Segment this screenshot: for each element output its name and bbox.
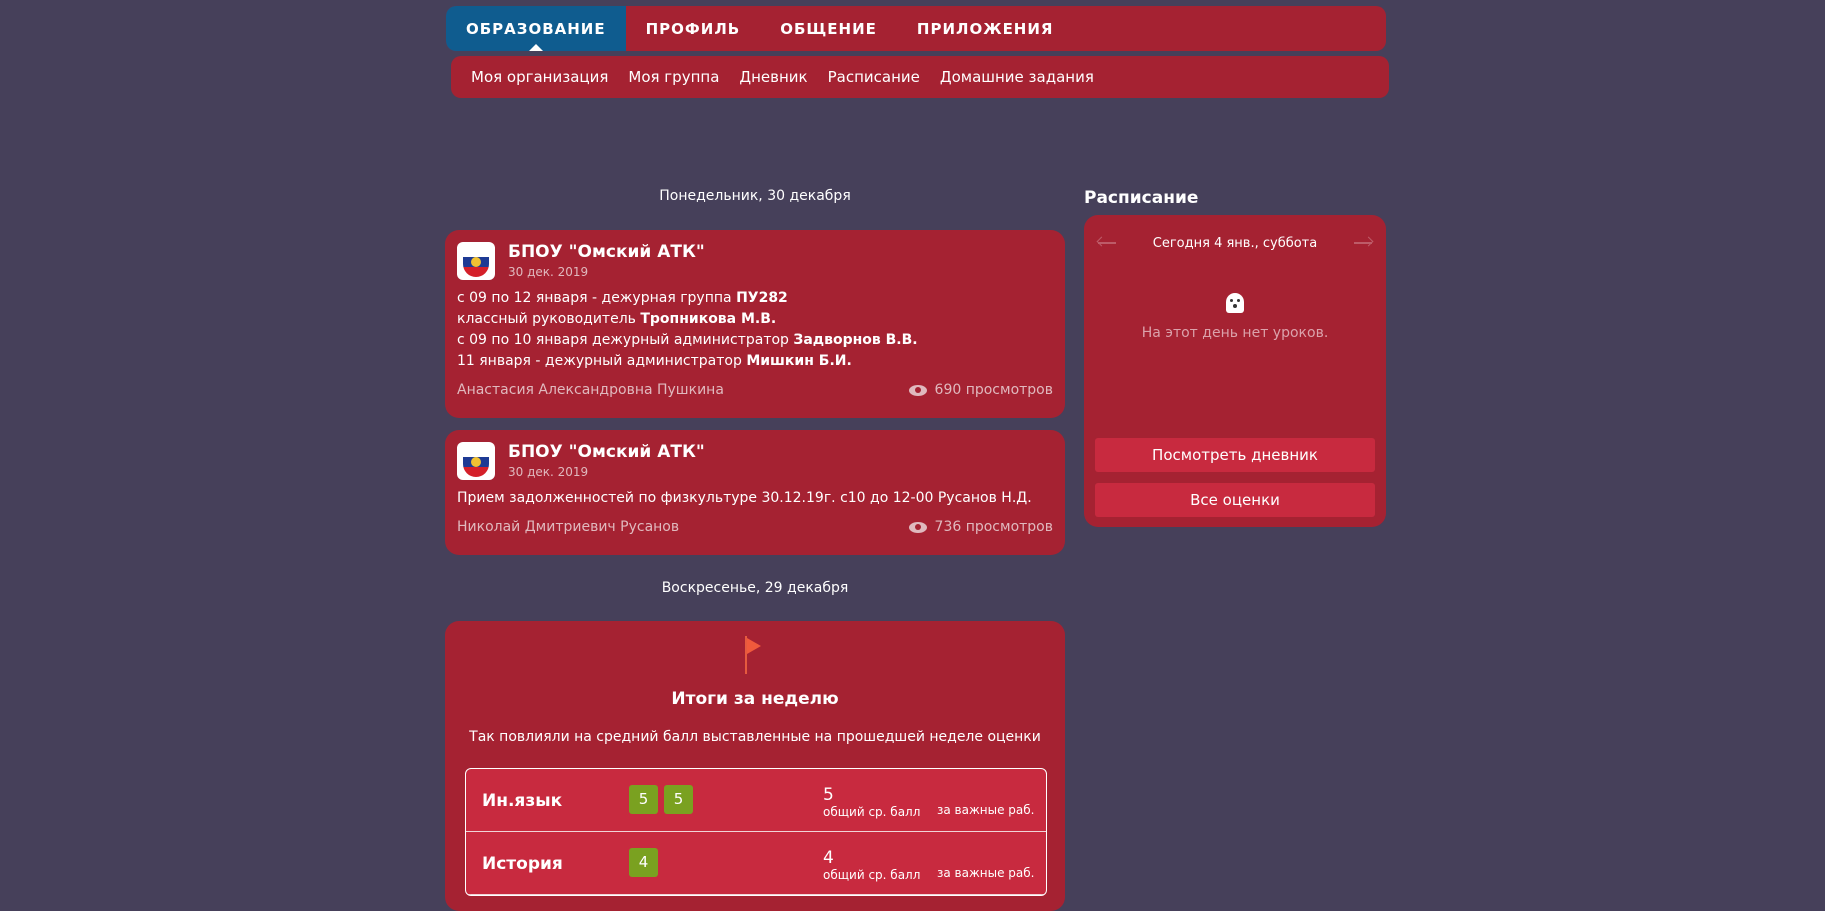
subnav-homework[interactable]: Домашние задания bbox=[940, 68, 1094, 86]
average-score: 4 общий ср. балл bbox=[823, 848, 920, 882]
schedule-header: Сегодня 4 янв., суббота bbox=[1084, 233, 1386, 253]
post-line-bold: Задворнов В.В. bbox=[793, 332, 918, 348]
day-header: Воскресенье, 29 декабря bbox=[661, 580, 849, 596]
important-works-label: за важные раб. bbox=[937, 803, 1035, 817]
marks-list: 4 bbox=[629, 848, 664, 877]
week-summary-title: Итоги за неделю bbox=[671, 689, 839, 709]
tab-communication[interactable]: ОБЩЕНИЕ bbox=[760, 6, 897, 51]
schedule-card: Сегодня 4 янв., суббота На этот день нет… bbox=[1084, 215, 1386, 527]
post-org-name[interactable]: БПОУ "Омский АТК" bbox=[508, 242, 705, 262]
subnav-my-group[interactable]: Моя группа bbox=[628, 68, 719, 86]
post-line: Прием задолженностей по физкультуре 30.1… bbox=[457, 488, 1053, 509]
average-label: общий ср. балл bbox=[823, 805, 921, 819]
all-grades-button[interactable]: Все оценки bbox=[1095, 483, 1375, 517]
post-date: 30 дек. 2019 bbox=[508, 265, 589, 279]
schedule-today: Сегодня 4 янв., суббота bbox=[1152, 235, 1318, 251]
tab-applications[interactable]: ПРИЛОЖЕНИЯ bbox=[897, 6, 1074, 51]
arrow-right-icon[interactable] bbox=[1352, 236, 1374, 250]
post-line-bold: Тропникова М.В. bbox=[640, 311, 777, 327]
grade-mark[interactable]: 5 bbox=[664, 785, 693, 814]
schedule-title: Расписание bbox=[1084, 188, 1199, 208]
news-post: БПОУ "Омский АТК" 30 дек. 2019 с 09 по 1… bbox=[445, 230, 1065, 418]
post-line-bold: ПУ282 bbox=[736, 290, 788, 306]
flag-icon bbox=[745, 636, 761, 674]
org-logo[interactable] bbox=[457, 442, 495, 480]
post-body: Прием задолженностей по физкультуре 30.1… bbox=[457, 488, 1053, 509]
week-summary-subtitle: Так повлияли на средний балл выставленны… bbox=[469, 729, 1041, 745]
tab-profile[interactable]: ПРОФИЛЬ bbox=[626, 6, 761, 51]
post-line-bold: Мишкин Б.И. bbox=[746, 353, 852, 369]
arrow-left-icon[interactable] bbox=[1096, 236, 1118, 250]
table-row[interactable]: История 4 4 общий ср. балл за важные раб… bbox=[466, 832, 1046, 895]
emblem-icon bbox=[471, 257, 481, 267]
post-footer: Николай Дмитриевич Русанов 736 просмотро… bbox=[457, 519, 1053, 535]
post-header: БПОУ "Омский АТК" 30 дек. 2019 bbox=[457, 442, 1053, 480]
no-lessons-message: На этот день нет уроков. bbox=[1141, 325, 1329, 341]
grade-mark[interactable]: 4 bbox=[629, 848, 658, 877]
average-value: 4 bbox=[823, 848, 834, 868]
subnav-my-organization[interactable]: Моя организация bbox=[471, 68, 608, 86]
post-line: классный руководитель Тропникова М.В. bbox=[457, 309, 1053, 330]
post-views: 690 просмотров bbox=[908, 382, 1053, 398]
average-score: 5 общий ср. балл bbox=[823, 785, 920, 819]
post-line: с 09 по 10 января дежурный администратор… bbox=[457, 330, 1053, 351]
subject-name: История bbox=[482, 854, 563, 874]
tab-education[interactable]: ОБРАЗОВАНИЕ bbox=[446, 6, 626, 51]
news-post: БПОУ "Омский АТК" 30 дек. 2019 Прием зад… bbox=[445, 430, 1065, 555]
post-body: с 09 по 12 января - дежурная группа ПУ28… bbox=[457, 288, 1053, 372]
post-views: 736 просмотров bbox=[908, 519, 1053, 535]
post-line-text: классный руководитель bbox=[457, 311, 641, 327]
views-count: 690 просмотров bbox=[934, 382, 1053, 398]
post-line-text: Прием задолженностей по физкультуре 30.1… bbox=[457, 490, 1032, 506]
post-author[interactable]: Николай Дмитриевич Русанов bbox=[457, 519, 679, 535]
post-author[interactable]: Анастасия Александровна Пушкина bbox=[457, 382, 724, 398]
average-value: 5 bbox=[823, 785, 834, 805]
day-header: Понедельник, 30 декабря bbox=[659, 188, 851, 204]
post-line-text: 11 января - дежурный администратор bbox=[457, 353, 747, 369]
top-nav: ОБРАЗОВАНИЕ ПРОФИЛЬ ОБЩЕНИЕ ПРИЛОЖЕНИЯ bbox=[446, 6, 1386, 51]
org-logo[interactable] bbox=[457, 242, 495, 280]
post-header: БПОУ "Омский АТК" 30 дек. 2019 bbox=[457, 242, 1053, 280]
week-summary-card: Итоги за неделю Так повлияли на средний … bbox=[445, 621, 1065, 911]
subnav-diary[interactable]: Дневник bbox=[739, 68, 807, 86]
eye-icon bbox=[908, 384, 927, 396]
subject-name: Ин.язык bbox=[482, 791, 563, 811]
important-works-label: за важные раб. bbox=[937, 866, 1035, 880]
post-line-text: с 09 по 12 января - дежурная группа bbox=[457, 290, 737, 306]
post-line: с 09 по 12 января - дежурная группа ПУ28… bbox=[457, 288, 1053, 309]
post-footer: Анастасия Александровна Пушкина 690 прос… bbox=[457, 382, 1053, 398]
grades-table: Ин.язык 5 5 5 общий ср. балл за важные р… bbox=[465, 768, 1047, 896]
subnav-schedule[interactable]: Расписание bbox=[828, 68, 920, 86]
view-diary-button[interactable]: Посмотреть дневник bbox=[1095, 438, 1375, 472]
emblem-icon bbox=[471, 457, 481, 467]
post-org-name[interactable]: БПОУ "Омский АТК" bbox=[508, 442, 705, 462]
marks-list: 5 5 bbox=[629, 785, 699, 814]
post-date: 30 дек. 2019 bbox=[508, 465, 589, 479]
post-line-text: с 09 по 10 января дежурный администратор bbox=[457, 332, 794, 348]
post-line: 11 января - дежурный администратор Мишки… bbox=[457, 351, 1053, 372]
ghost-icon bbox=[1226, 293, 1244, 313]
views-count: 736 просмотров bbox=[934, 519, 1053, 535]
sub-nav: Моя организация Моя группа Дневник Распи… bbox=[451, 56, 1389, 98]
table-row[interactable]: Ин.язык 5 5 5 общий ср. балл за важные р… bbox=[466, 769, 1046, 832]
eye-icon bbox=[908, 521, 927, 533]
grade-mark[interactable]: 5 bbox=[629, 785, 658, 814]
